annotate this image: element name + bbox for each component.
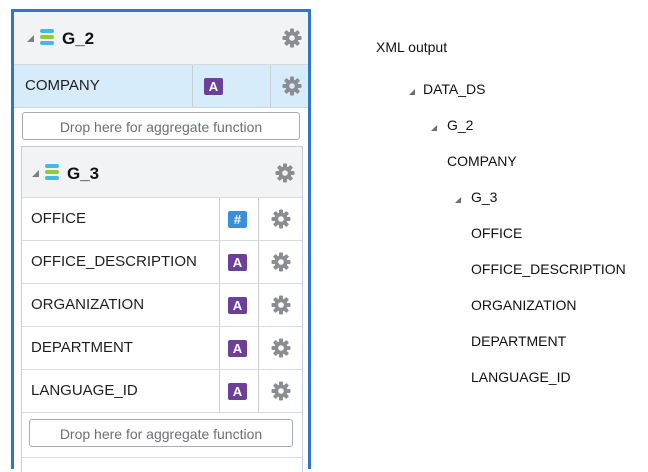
- gear-icon[interactable]: [271, 209, 291, 229]
- element-row-department[interactable]: DEPARTMENT A: [22, 327, 302, 370]
- element-row-language-id[interactable]: LANGUAGE_ID A: [22, 370, 302, 413]
- aggregate-drop-zone[interactable]: Drop here for aggregate function: [29, 419, 293, 447]
- tree-node-company: COMPANY: [447, 153, 517, 169]
- group-g3-title: G_3: [67, 164, 100, 183]
- column-divider: [258, 241, 259, 283]
- alpha-type-icon: A: [228, 383, 247, 400]
- gear-icon[interactable]: [275, 163, 295, 183]
- column-divider: [219, 284, 220, 326]
- tree-node-office: OFFICE: [471, 225, 523, 241]
- gear-icon[interactable]: [282, 28, 302, 48]
- group-g2-title: G_2: [62, 29, 95, 48]
- element-label: DEPARTMENT: [31, 339, 133, 356]
- data-model-panel: G_2 COMPANY A Drop here for aggregate fu…: [11, 9, 311, 472]
- data-group-icon: [40, 29, 54, 47]
- group-g2-header[interactable]: G_2: [14, 12, 308, 65]
- column-divider: [219, 241, 220, 283]
- tree-node-department: DEPARTMENT: [471, 333, 567, 349]
- tree-node-data-ds: DATA_DS: [423, 81, 486, 97]
- collapse-triangle-icon[interactable]: [455, 197, 461, 203]
- xml-output-title: XML output: [376, 39, 448, 55]
- group-g3-box: G_3 OFFICE # OFFICE_DESCRIPTION A ORGANI…: [21, 146, 303, 472]
- numeric-type-icon: #: [228, 211, 247, 228]
- element-row-company[interactable]: COMPANY A: [14, 65, 308, 108]
- collapse-triangle-icon[interactable]: [27, 35, 34, 42]
- gear-icon[interactable]: [282, 76, 302, 96]
- collapse-triangle-icon[interactable]: [431, 125, 437, 131]
- element-row-organization[interactable]: ORGANIZATION A: [22, 284, 302, 327]
- group-g3-header[interactable]: G_3: [22, 147, 302, 198]
- column-divider: [219, 198, 220, 240]
- tree-node-g2: G_2: [447, 117, 474, 133]
- tree-node-language-id: LANGUAGE_ID: [471, 369, 571, 385]
- tree-node-office-description: OFFICE_DESCRIPTION: [471, 261, 626, 277]
- gear-icon[interactable]: [271, 338, 291, 358]
- element-row-office[interactable]: OFFICE #: [22, 198, 302, 241]
- gear-icon[interactable]: [271, 252, 291, 272]
- element-row-office-description[interactable]: OFFICE_DESCRIPTION A: [22, 241, 302, 284]
- column-divider: [258, 370, 259, 412]
- column-divider: [192, 65, 193, 107]
- alpha-type-icon: A: [228, 254, 247, 271]
- alpha-type-icon: A: [204, 78, 223, 95]
- element-label: ORGANIZATION: [31, 296, 145, 313]
- element-label: LANGUAGE_ID: [31, 382, 138, 399]
- column-divider: [258, 327, 259, 369]
- tree-node-g3: G_3: [471, 189, 498, 205]
- tree-node-organization: ORGANIZATION: [471, 297, 577, 313]
- column-divider: [219, 370, 220, 412]
- column-divider: [258, 284, 259, 326]
- data-group-icon: [45, 164, 59, 182]
- element-label: OFFICE: [31, 210, 86, 227]
- column-divider: [219, 327, 220, 369]
- element-label: OFFICE_DESCRIPTION: [31, 253, 197, 270]
- column-divider: [270, 65, 271, 107]
- collapse-triangle-icon[interactable]: [409, 89, 415, 95]
- column-divider: [258, 198, 259, 240]
- element-label: COMPANY: [25, 77, 100, 94]
- gear-icon[interactable]: [271, 295, 291, 315]
- alpha-type-icon: A: [228, 297, 247, 314]
- gear-icon[interactable]: [271, 381, 291, 401]
- collapse-triangle-icon[interactable]: [32, 170, 39, 177]
- alpha-type-icon: A: [228, 340, 247, 357]
- divider: [22, 457, 302, 458]
- aggregate-drop-zone[interactable]: Drop here for aggregate function: [22, 112, 300, 140]
